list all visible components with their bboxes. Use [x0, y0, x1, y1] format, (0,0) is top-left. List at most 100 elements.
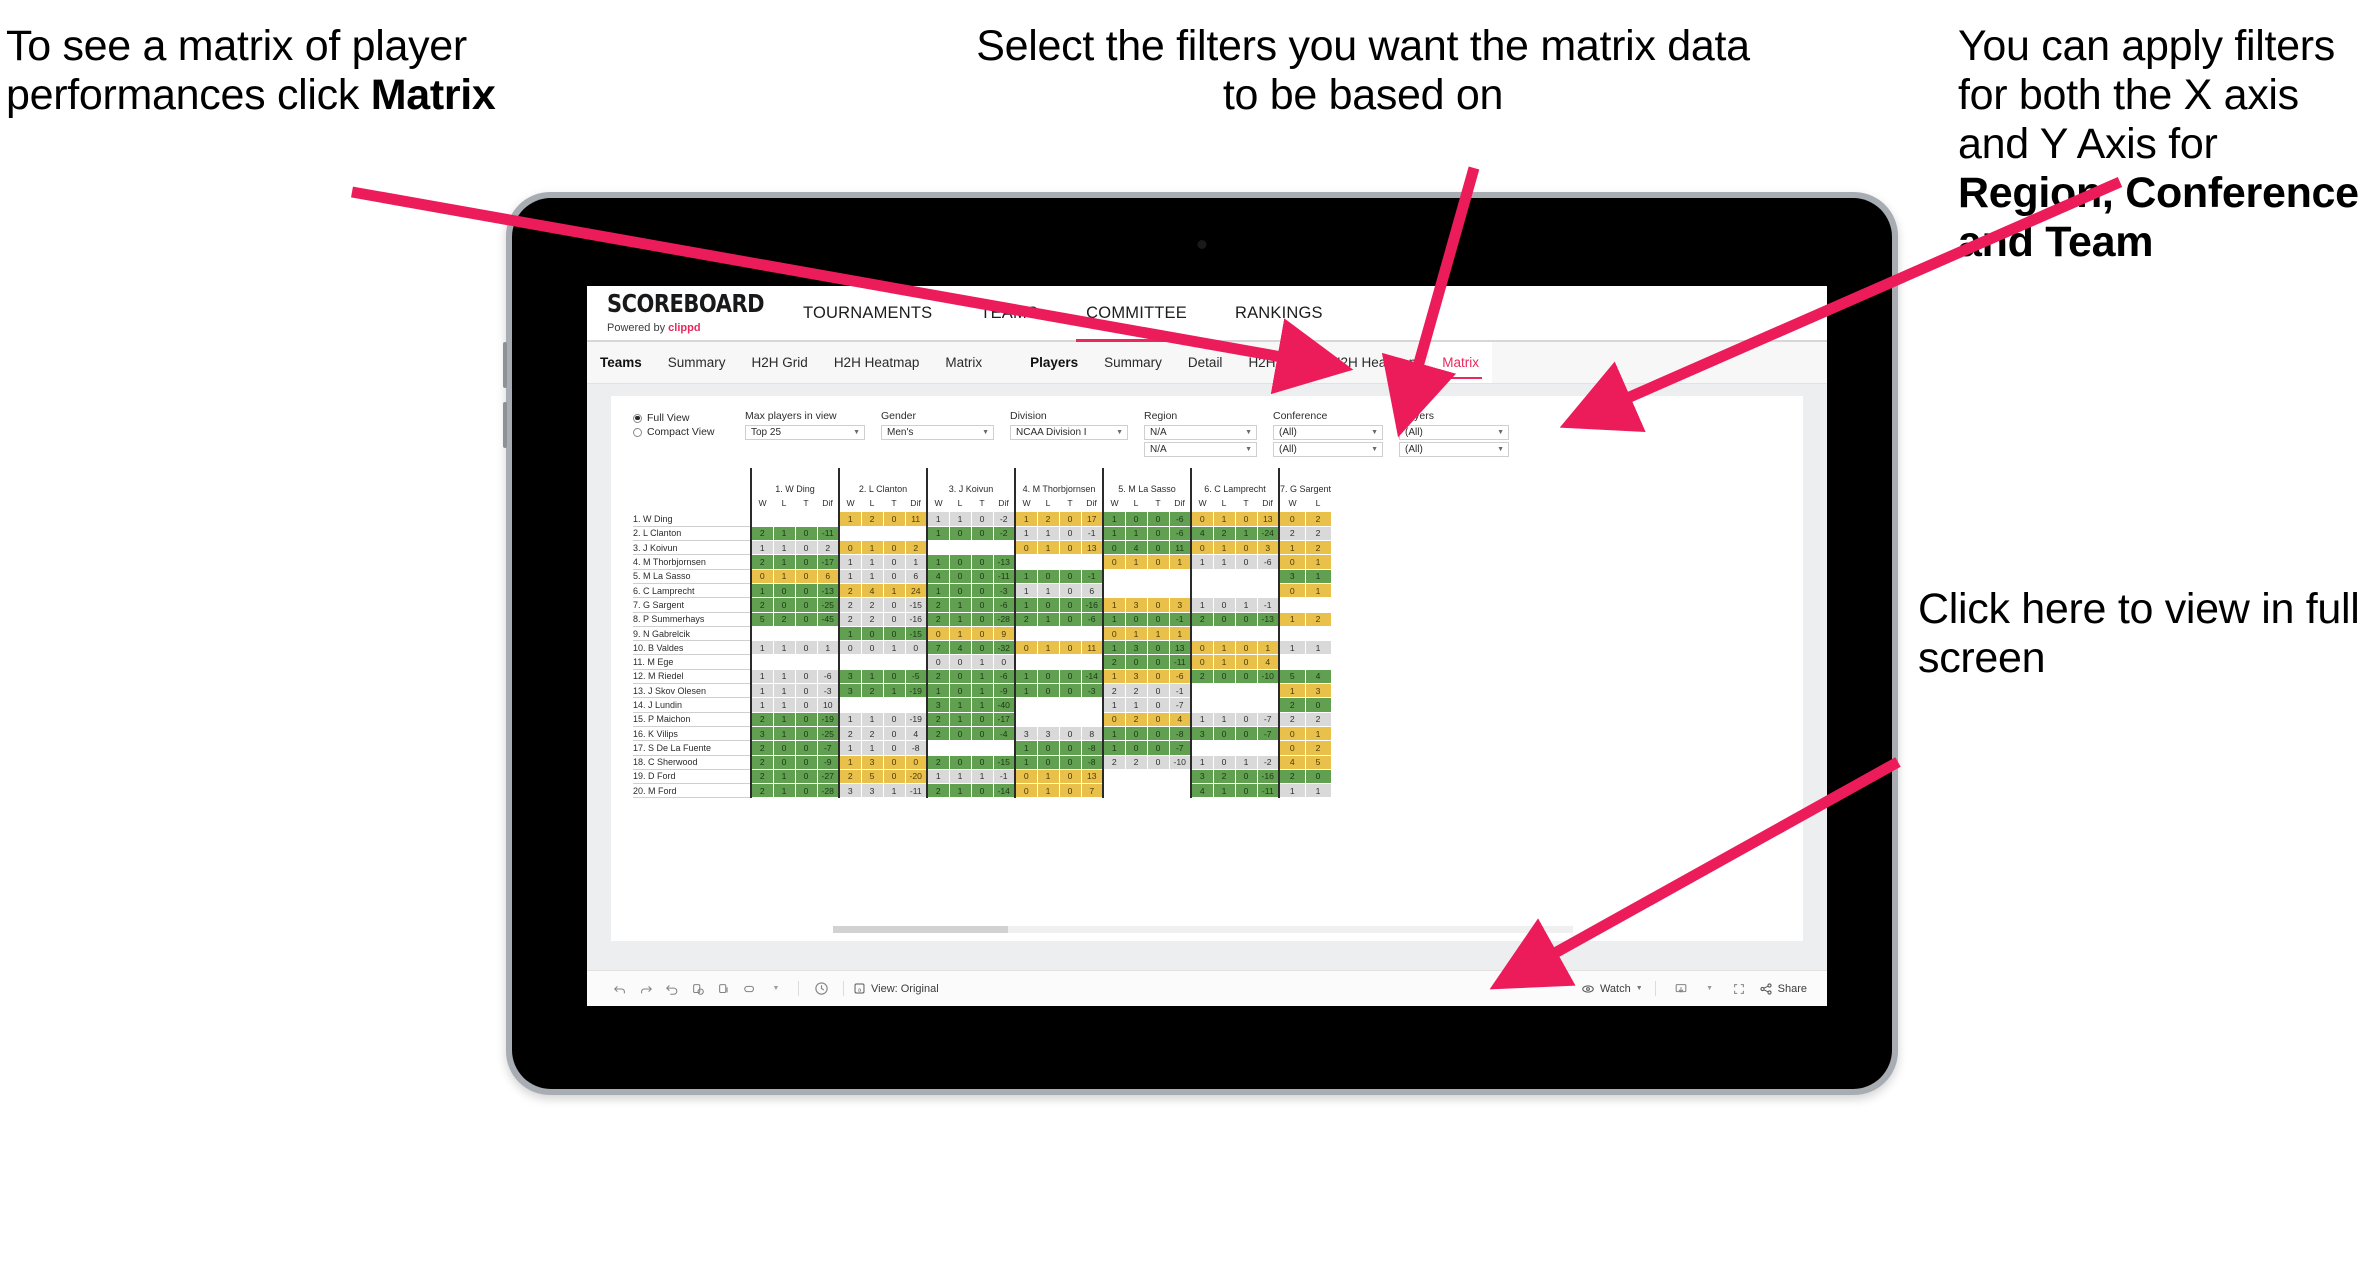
matrix-cell[interactable]: 0 — [993, 654, 1016, 670]
matrix-cell[interactable]: -19 — [905, 683, 928, 699]
matrix-cell[interactable]: -4 — [993, 726, 1016, 742]
matrix-cell[interactable]: 1 — [949, 769, 972, 785]
matrix-cell[interactable]: 0 — [1190, 654, 1214, 670]
matrix-cell[interactable]: -3 — [817, 683, 840, 699]
matrix-cell[interactable]: 0 — [1037, 755, 1060, 770]
matrix-cell[interactable]: 2 — [926, 726, 950, 742]
matrix-cell[interactable]: 0 — [971, 640, 994, 656]
matrix-cell[interactable]: 0 — [1125, 726, 1148, 742]
filter-division-select[interactable]: NCAA Division I ▼ — [1010, 425, 1128, 440]
matrix-cell[interactable]: 0 — [1147, 597, 1170, 613]
matrix-cell[interactable]: -6 — [993, 669, 1016, 685]
matrix-cell[interactable]: 0 — [1102, 626, 1126, 642]
matrix-cell[interactable]: 1 — [861, 554, 884, 570]
matrix-cell[interactable]: 1 — [773, 640, 796, 656]
matrix-cell[interactable]: -14 — [1081, 669, 1104, 685]
matrix-cell[interactable]: -6 — [1169, 512, 1192, 527]
matrix-cell[interactable]: 0 — [1037, 740, 1060, 756]
matrix-cell[interactable]: -13 — [1257, 612, 1280, 627]
zoom-icon[interactable] — [737, 979, 763, 999]
matrix-cell[interactable]: 1 — [883, 640, 906, 656]
matrix-cell[interactable]: 1 — [1102, 597, 1126, 613]
matrix-cell[interactable]: 1 — [1014, 669, 1038, 685]
matrix-cell[interactable]: 7 — [1081, 783, 1104, 799]
matrix-cell[interactable]: 0 — [1037, 597, 1060, 613]
matrix-cell[interactable]: 1 — [750, 583, 774, 599]
matrix-cell[interactable]: 1 — [1037, 583, 1060, 599]
tab-teams-h2h-heatmap[interactable]: H2H Heatmap — [821, 342, 933, 383]
matrix-cell[interactable]: 6 — [817, 569, 840, 584]
matrix-cell[interactable]: -11 — [993, 569, 1016, 584]
matrix-cell[interactable]: 1 — [838, 512, 862, 527]
matrix-cell[interactable]: 0 — [1147, 612, 1170, 627]
matrix-cell[interactable]: 4 — [1125, 540, 1148, 556]
matrix-cell[interactable]: 1 — [1102, 526, 1126, 542]
matrix-cell[interactable]: 0 — [795, 640, 818, 656]
zoom-dropdown-caret-icon[interactable]: ▼ — [763, 979, 789, 999]
matrix-cell[interactable]: 0 — [1059, 640, 1082, 656]
matrix-row-label[interactable]: 8. P Summerhays — [633, 612, 751, 627]
matrix-cell[interactable]: 0 — [795, 740, 818, 756]
matrix-cell[interactable]: 0 — [1213, 612, 1236, 627]
tab-players-summary[interactable]: Summary — [1091, 342, 1175, 383]
matrix-cell[interactable]: 0 — [1147, 740, 1170, 756]
matrix-cell[interactable]: 0 — [1235, 726, 1258, 742]
matrix-cell[interactable]: 1 — [838, 569, 862, 584]
matrix-cell[interactable]: -1 — [1081, 569, 1104, 584]
matrix-cell[interactable]: -9 — [993, 683, 1016, 699]
matrix-cell[interactable]: 1 — [1235, 597, 1258, 613]
matrix-cell[interactable]: 1 — [1277, 612, 1306, 627]
matrix-cell[interactable]: 4 — [1190, 783, 1214, 799]
matrix-cell[interactable]: 1 — [1014, 755, 1038, 770]
matrix-cell[interactable]: 2 — [1213, 769, 1236, 785]
matrix-cell[interactable]: 0 — [971, 583, 994, 599]
matrix-row-label[interactable]: 7. G Sargent — [633, 597, 751, 613]
matrix-cell[interactable]: 1 — [1190, 597, 1214, 613]
matrix-cell[interactable]: 3 — [838, 683, 862, 699]
matrix-cell[interactable]: -5 — [905, 669, 928, 685]
matrix-cell[interactable]: 0 — [1147, 683, 1170, 699]
matrix-cell[interactable]: 2 — [1213, 526, 1236, 542]
matrix-cell[interactable]: -7 — [817, 740, 840, 756]
matrix-cell[interactable]: 1 — [817, 640, 840, 656]
matrix-cell[interactable]: 0 — [1213, 597, 1236, 613]
matrix-cell[interactable]: 5 — [1305, 755, 1332, 770]
matrix-cell[interactable]: 0 — [1059, 726, 1082, 742]
matrix-cell[interactable]: -28 — [817, 783, 840, 799]
matrix-cell[interactable]: 0 — [949, 755, 972, 770]
matrix-cell[interactable]: 4 — [861, 583, 884, 599]
matrix-cell[interactable]: -6 — [993, 597, 1016, 613]
matrix-cell[interactable]: 2 — [926, 783, 950, 799]
matrix-cell[interactable]: 2 — [926, 669, 950, 685]
matrix-cell[interactable]: 1 — [949, 512, 972, 527]
matrix-cell[interactable]: 3 — [861, 755, 884, 770]
matrix-cell[interactable]: 1 — [1014, 583, 1038, 599]
matrix-cell[interactable]: -19 — [817, 712, 840, 727]
matrix-cell[interactable]: -17 — [993, 712, 1016, 727]
matrix-cell[interactable]: 2 — [861, 612, 884, 627]
matrix-cell[interactable]: 1 — [1235, 755, 1258, 770]
matrix-cell[interactable]: 0 — [1059, 740, 1082, 756]
matrix-cell[interactable]: 1 — [1169, 554, 1192, 570]
matrix-cell[interactable]: 1 — [1014, 526, 1038, 542]
matrix-cell[interactable]: 0 — [795, 669, 818, 685]
matrix-cell[interactable]: 1 — [1014, 512, 1038, 527]
matrix-cell[interactable]: 1 — [1037, 612, 1060, 627]
matrix-cell[interactable]: 0 — [905, 640, 928, 656]
matrix-cell[interactable]: 1 — [750, 683, 774, 699]
tab-players-h2h-grid[interactable]: H2H Grid — [1235, 342, 1317, 383]
download-icon[interactable] — [1668, 979, 1694, 999]
matrix-cell[interactable]: 0 — [795, 783, 818, 799]
matrix-cell[interactable]: 0 — [795, 526, 818, 542]
matrix-cell[interactable]: -9 — [817, 755, 840, 770]
matrix-cell[interactable]: 1 — [750, 697, 774, 713]
matrix-cell[interactable]: 2 — [1305, 540, 1332, 556]
matrix-cell[interactable]: 1 — [773, 526, 796, 542]
matrix-cell[interactable]: 0 — [773, 597, 796, 613]
radio-compact-view[interactable]: Compact View — [633, 425, 729, 439]
matrix-cell[interactable]: 0 — [1059, 540, 1082, 556]
matrix-cell[interactable]: 2 — [1125, 755, 1148, 770]
matrix-cell[interactable]: 0 — [838, 540, 862, 556]
matrix-cell[interactable]: 0 — [971, 755, 994, 770]
matrix-cell[interactable]: 0 — [971, 554, 994, 570]
